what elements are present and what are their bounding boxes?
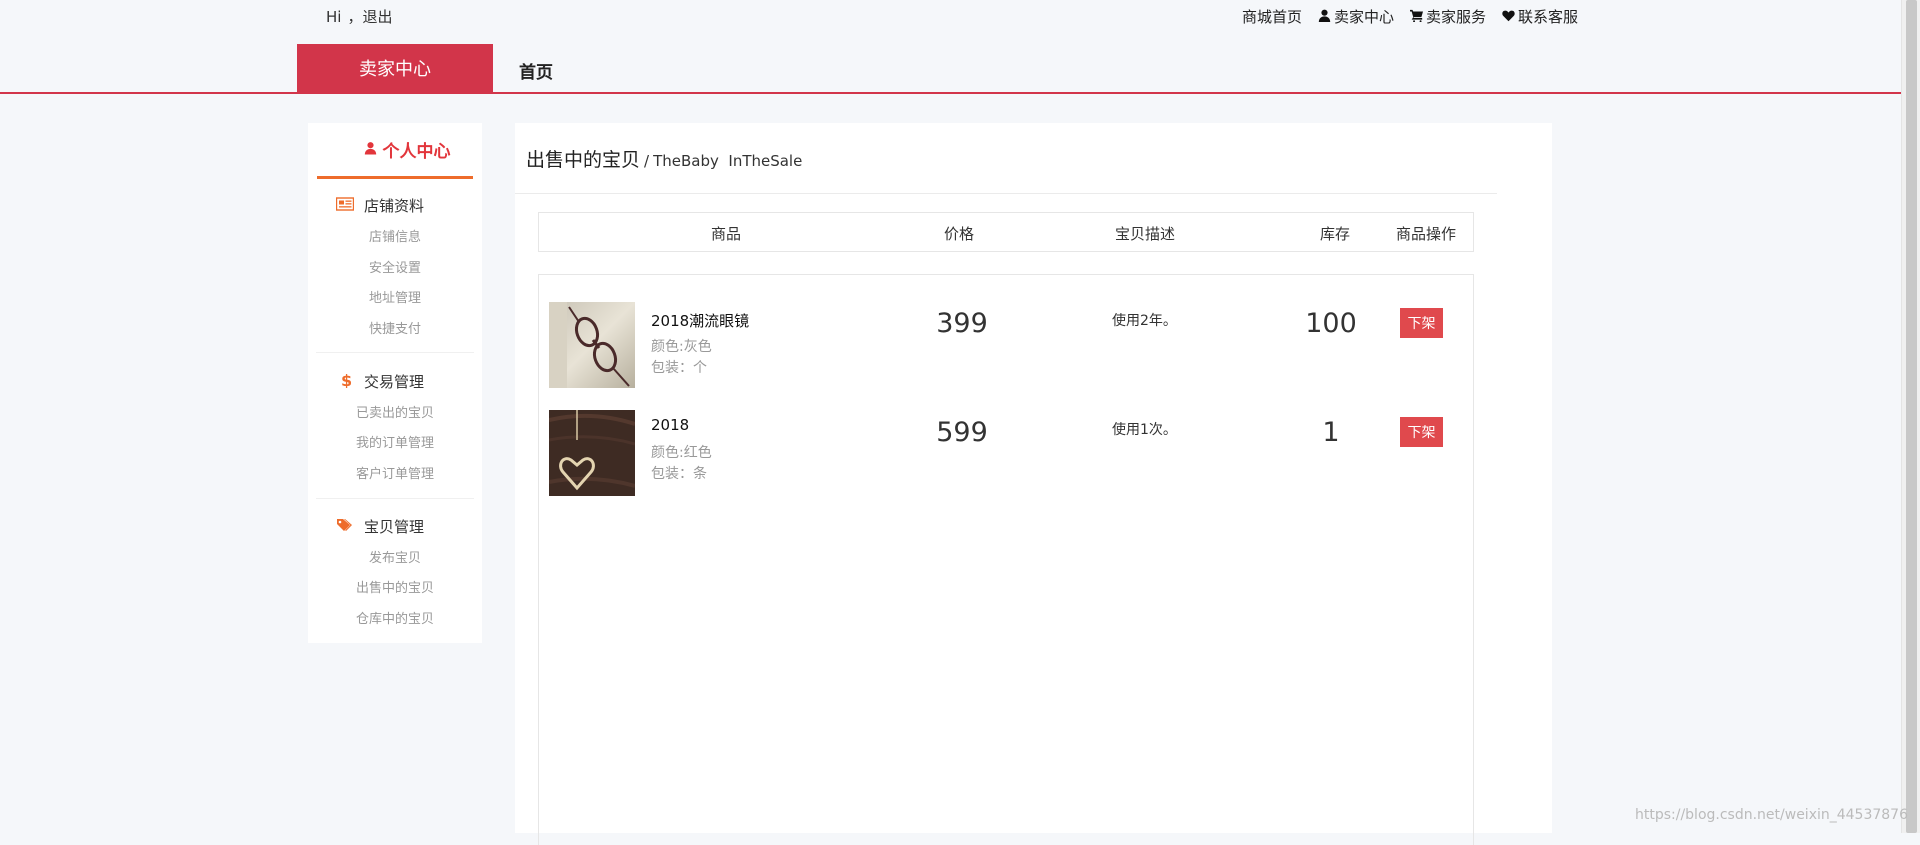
sidebar-item-my-orders[interactable]: 我的订单管理 bbox=[308, 432, 482, 451]
sidebar-title-underline bbox=[317, 176, 473, 179]
sidebar-group-label: 宝贝管理 bbox=[364, 518, 425, 536]
title-separator: / bbox=[644, 152, 650, 170]
svg-text:$: $ bbox=[341, 372, 352, 388]
sidebar-item-address-management[interactable]: 地址管理 bbox=[308, 287, 482, 306]
seller-service-label: 卖家服务 bbox=[1425, 8, 1486, 26]
title-divider bbox=[515, 193, 1497, 194]
newspaper-icon bbox=[335, 196, 355, 216]
nav-divider bbox=[0, 92, 1902, 94]
column-header-actions: 商品操作 bbox=[1396, 225, 1457, 243]
sidebar-item-store-profile[interactable]: 店铺信息 bbox=[308, 226, 482, 245]
sidebar-divider bbox=[316, 352, 474, 353]
topbar-greeting-area: Hi ，退出 bbox=[326, 6, 398, 27]
dollar-icon: $ bbox=[336, 371, 354, 392]
tab-seller-center[interactable]: 卖家中心 bbox=[297, 44, 493, 92]
delist-button[interactable]: 下架 bbox=[1400, 417, 1443, 447]
product-name[interactable]: 2018潮流眼镜 bbox=[651, 310, 749, 331]
page-title: 出售中的宝贝 / TheBaby InTheSale bbox=[526, 145, 802, 172]
watermark-text: https://blog.csdn.net/weixin_44537876 bbox=[1634, 807, 1908, 823]
logout-link[interactable]: ，退出 bbox=[347, 8, 392, 26]
seller-service-link[interactable]: 卖家服务 bbox=[1409, 6, 1486, 27]
page-subtitle: TheBaby InTheSale bbox=[653, 152, 803, 170]
column-header-product: 商品 bbox=[711, 225, 742, 243]
product-stock: 1 bbox=[1322, 417, 1340, 448]
sidebar-group-item-management[interactable]: 宝贝管理 bbox=[336, 516, 424, 537]
product-table: 2018潮流眼镜 颜色:灰色 包装：个 399 使用2年。 100 下架 201… bbox=[538, 274, 1474, 845]
greeting-text: Hi bbox=[326, 8, 342, 26]
seller-center-link[interactable]: 卖家中心 bbox=[1318, 6, 1394, 27]
mall-home-link[interactable]: 商城首页 bbox=[1242, 6, 1302, 27]
column-header-stock: 库存 bbox=[1320, 225, 1351, 243]
sidebar-item-quick-pay[interactable]: 快捷支付 bbox=[308, 318, 482, 337]
tab-home[interactable]: 首页 bbox=[519, 58, 553, 83]
sidebar-title-label: 个人中心 bbox=[382, 142, 451, 162]
sidebar-group-trade-management[interactable]: $ 交易管理 bbox=[336, 371, 424, 392]
mall-home-label: 商城首页 bbox=[1241, 8, 1302, 26]
product-stock: 100 bbox=[1305, 308, 1357, 339]
sidebar: 个人中心 店铺资料 店铺信息 安全设置 地址管理 快捷支付 $ 交易管理 已卖出… bbox=[308, 123, 482, 643]
product-color: 颜色:红色 bbox=[651, 445, 712, 461]
product-name[interactable]: 2018 bbox=[651, 416, 689, 434]
product-price: 399 bbox=[936, 308, 988, 339]
product-packaging: 包装：个 bbox=[651, 360, 707, 376]
cart-icon bbox=[1409, 8, 1423, 26]
scrollbar-thumb[interactable] bbox=[1906, 0, 1917, 833]
column-header-description: 宝贝描述 bbox=[1115, 225, 1176, 243]
product-description: 使用2年。 bbox=[1112, 313, 1177, 329]
sidebar-group-store-info[interactable]: 店铺资料 bbox=[335, 195, 425, 216]
contact-service-link[interactable]: 联系客服 bbox=[1502, 6, 1578, 27]
sidebar-item-customer-orders[interactable]: 客户订单管理 bbox=[308, 463, 482, 482]
table-row: 2018 颜色:红色 包装：条 599 使用1次。 1 下架 bbox=[539, 385, 1473, 496]
table-header: 商品 价格 宝贝描述 库存 商品操作 bbox=[538, 212, 1474, 252]
main-panel: 出售中的宝贝 / TheBaby InTheSale 商品 价格 宝贝描述 库存 商… bbox=[515, 123, 1552, 845]
sidebar-item-publish-item[interactable]: 发布宝贝 bbox=[308, 547, 482, 566]
user-icon bbox=[364, 140, 377, 160]
product-price: 599 bbox=[936, 417, 988, 448]
column-header-price: 价格 bbox=[944, 225, 975, 243]
heart-icon bbox=[1502, 8, 1515, 26]
top-links: 商城首页 卖家中心 卖家服务 联系客服 bbox=[1242, 6, 1578, 27]
product-description: 使用1次。 bbox=[1112, 422, 1177, 438]
product-thumbnail-heart-pendant[interactable] bbox=[548, 410, 636, 496]
seller-center-label: 卖家中心 bbox=[1333, 8, 1394, 26]
sidebar-item-items-in-warehouse[interactable]: 仓库中的宝贝 bbox=[308, 608, 482, 627]
tags-icon bbox=[336, 517, 354, 537]
page-title-text: 出售中的宝贝 bbox=[526, 149, 641, 171]
sidebar-item-sold-items[interactable]: 已卖出的宝贝 bbox=[308, 402, 482, 421]
contact-service-label: 联系客服 bbox=[1517, 8, 1578, 26]
delist-button[interactable]: 下架 bbox=[1400, 308, 1443, 338]
sidebar-item-security-settings[interactable]: 安全设置 bbox=[308, 257, 482, 276]
product-color: 颜色:灰色 bbox=[651, 339, 712, 355]
sidebar-title: 个人中心 bbox=[332, 137, 482, 162]
sidebar-divider bbox=[316, 498, 474, 499]
product-packaging: 包装：条 bbox=[651, 466, 707, 482]
table-row: 2018潮流眼镜 颜色:灰色 包装：个 399 使用2年。 100 下架 bbox=[539, 275, 1473, 388]
sidebar-group-label: 店铺资料 bbox=[364, 197, 425, 215]
product-thumbnail-glasses[interactable] bbox=[549, 302, 635, 388]
sidebar-item-items-on-sale[interactable]: 出售中的宝贝 bbox=[308, 577, 482, 596]
user-icon bbox=[1318, 8, 1331, 26]
sidebar-group-label: 交易管理 bbox=[364, 373, 425, 391]
